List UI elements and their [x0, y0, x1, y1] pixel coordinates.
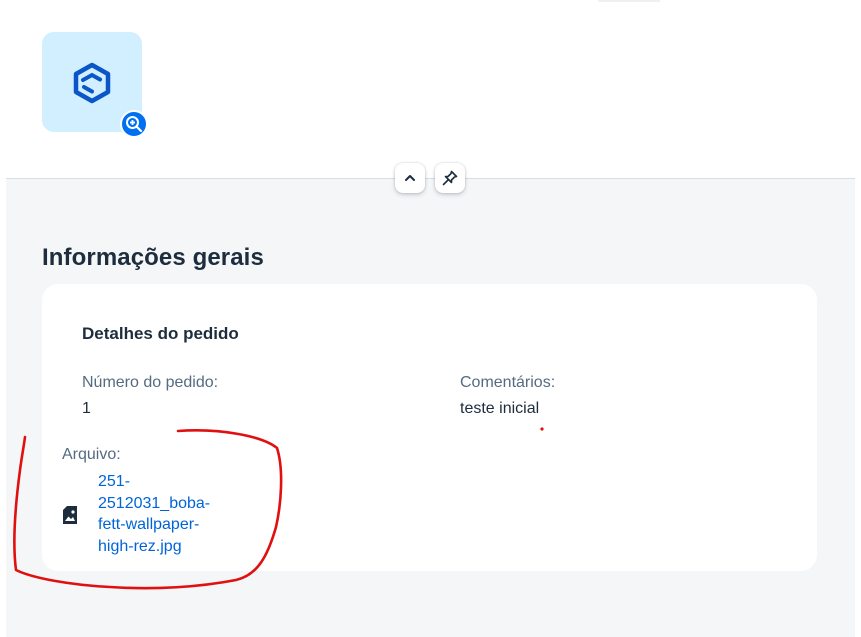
comments-label: Comentários:: [460, 374, 556, 391]
order-number-value: 1: [82, 400, 91, 417]
file-link-line: 2512031_boba-: [98, 494, 211, 512]
file-link-line: fett-wallpaper-: [98, 516, 200, 533]
file-link-line: 251-: [98, 473, 131, 490]
chevron-up-icon: [405, 175, 415, 181]
file-label: Arquivo:: [62, 446, 121, 463]
file-link[interactable]: 251- 2512031_boba- fett-wallpaper- high-…: [98, 471, 228, 557]
header-divider-fragment: [598, 0, 660, 2]
order-number-label: Número do pedido:: [82, 374, 219, 391]
zoom-in-button[interactable]: [120, 110, 148, 138]
comments-value: teste inicial: [460, 400, 540, 417]
image-file-icon: [62, 505, 78, 530]
pin-icon: [442, 170, 458, 186]
collapse-header-button[interactable]: [395, 163, 425, 193]
section-title: Informações gerais: [42, 244, 264, 271]
card-title: Detalhes do pedido: [82, 324, 239, 343]
object-header: [0, 0, 861, 178]
pin-header-button[interactable]: [435, 163, 465, 193]
header-divider: [6, 178, 855, 179]
file-link-line: high-rez.jpg: [98, 537, 182, 555]
zoom-in-icon: [126, 116, 143, 133]
product-box-icon: [73, 62, 111, 104]
